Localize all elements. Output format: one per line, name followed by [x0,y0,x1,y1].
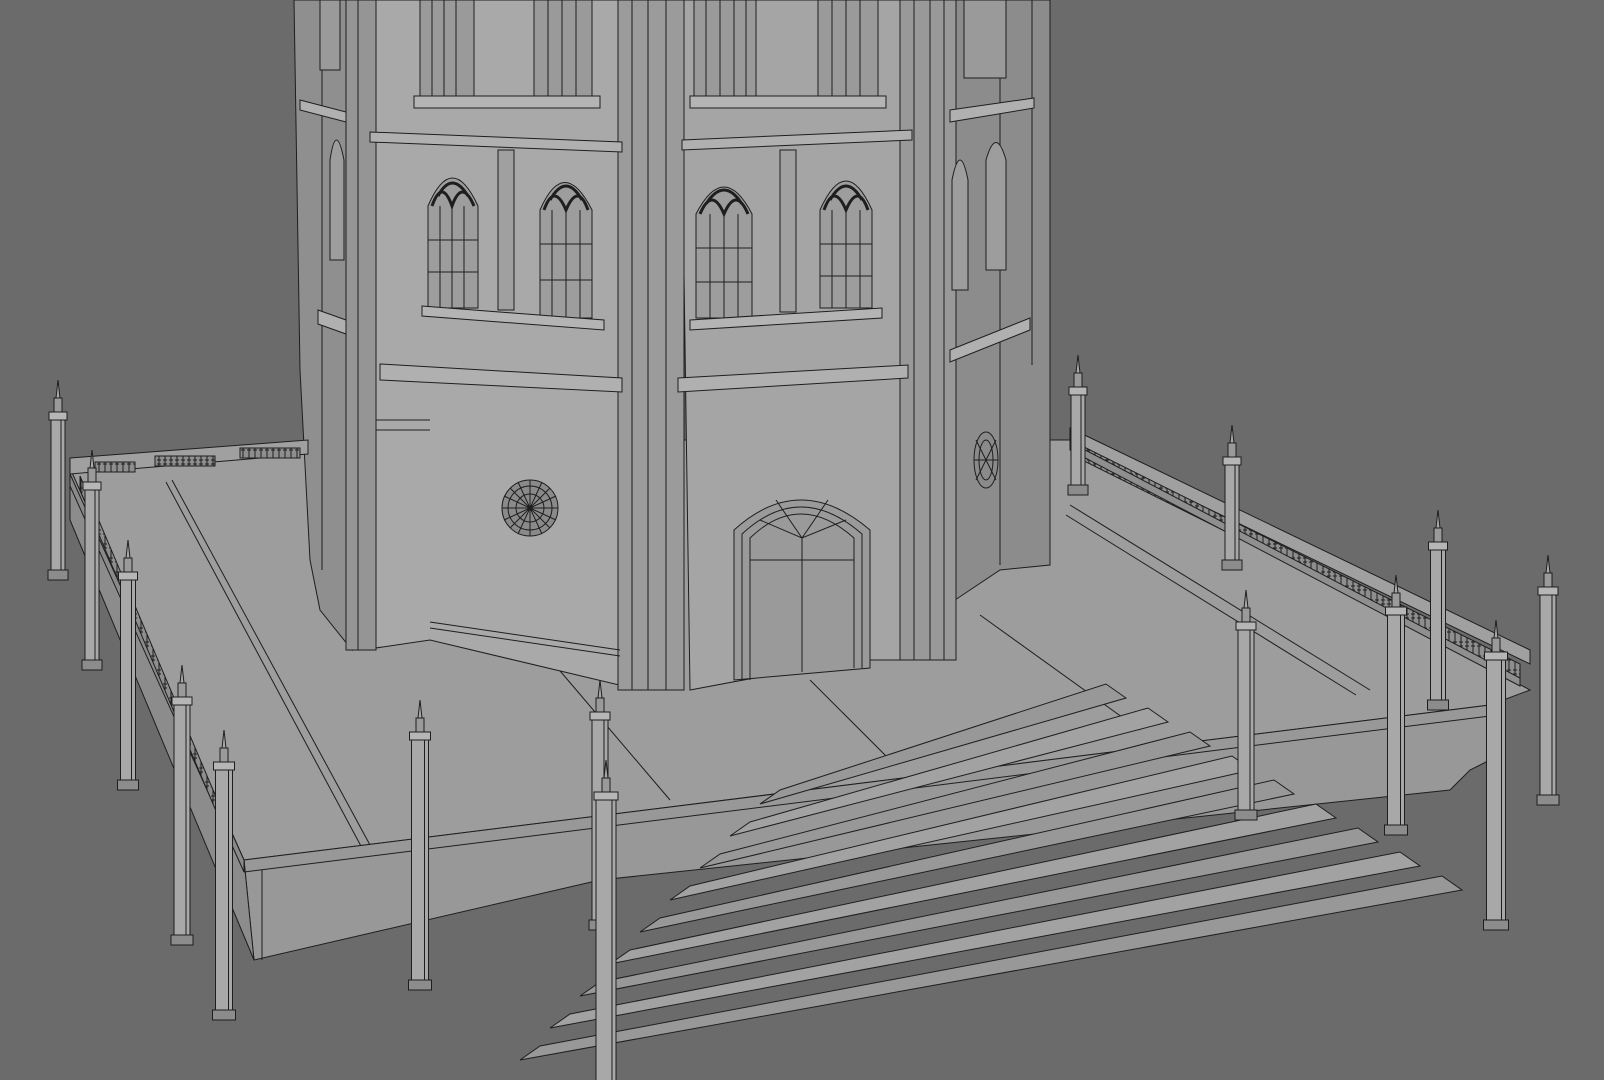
pillar-post [212,729,236,1021]
pillar-post [117,539,139,791]
pillar-post [170,664,194,946]
pillar-post [1427,509,1449,711]
pillar-post [1483,619,1509,931]
pillar-post [1536,554,1560,806]
pillar-post [1234,589,1258,821]
pillar-post [593,759,619,1080]
pillar-post [1067,354,1089,496]
pillar-post [47,379,69,581]
pillar-post [1384,574,1408,836]
3d-viewport[interactable] [0,0,1604,1080]
wireframe-scene [47,0,1560,1080]
pillar-post [408,699,432,991]
pillar-post [81,449,103,671]
main-door[interactable] [733,499,871,681]
pillar-post [1221,424,1243,571]
tower-body [293,0,1051,691]
